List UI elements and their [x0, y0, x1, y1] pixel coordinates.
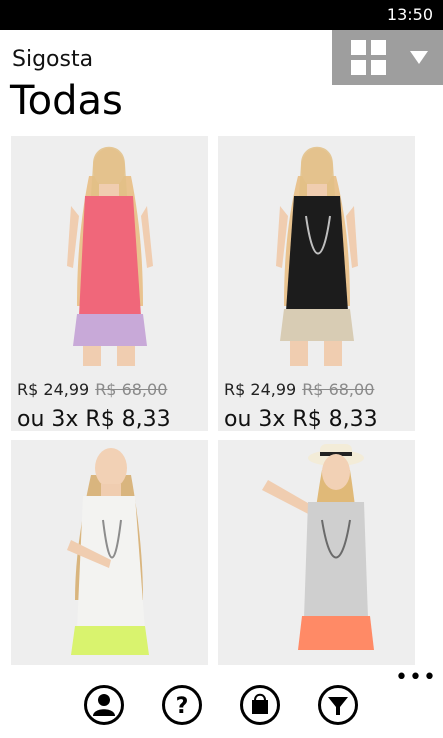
price: R$ 24,99	[17, 380, 90, 399]
app-bar: ?	[0, 668, 443, 738]
product-bottom	[280, 309, 354, 341]
product-card[interactable]: R$ 24,99 R$ 68,00 ou 3x R$ 8,33	[11, 136, 208, 431]
old-price: R$ 68,00	[302, 380, 375, 399]
product-bottom	[73, 314, 147, 346]
product-bottom	[71, 626, 149, 655]
filter-button[interactable]	[318, 685, 358, 725]
status-bar: 13:50	[0, 0, 443, 30]
status-time: 13:50	[386, 5, 433, 24]
product-bottom	[298, 616, 374, 650]
help-button[interactable]: ?	[162, 685, 202, 725]
installment-price: ou 3x R$ 8,33	[17, 407, 171, 431]
product-image	[218, 440, 415, 665]
price-line: R$ 24,99 R$ 68,00	[17, 380, 167, 399]
svg-text:?: ?	[176, 694, 189, 719]
user-icon	[93, 694, 115, 716]
product-card[interactable]: R$ 24,99 R$ 68,00 ou 3x R$ 8,33	[218, 136, 415, 431]
profile-button[interactable]	[84, 685, 124, 725]
installment-price: ou 3x R$ 8,33	[224, 407, 378, 431]
app-title: Sigosta	[12, 47, 94, 72]
cart-button[interactable]	[240, 685, 280, 725]
more-options-button[interactable]: •••	[395, 667, 437, 689]
page-title: Todas	[10, 78, 123, 124]
shopping-bag-icon	[252, 693, 268, 714]
filter-icon	[328, 697, 348, 715]
price: R$ 24,99	[224, 380, 297, 399]
product-top	[79, 196, 141, 316]
view-toggle-button[interactable]	[332, 30, 443, 85]
help-icon: ?	[176, 694, 189, 719]
product-card[interactable]	[218, 440, 415, 665]
product-card[interactable]	[11, 440, 208, 665]
dropdown-arrow-icon	[410, 51, 428, 64]
product-image	[11, 440, 208, 665]
price-line: R$ 24,99 R$ 68,00	[224, 380, 374, 399]
grid-view-icon	[351, 40, 387, 76]
old-price: R$ 68,00	[95, 380, 168, 399]
